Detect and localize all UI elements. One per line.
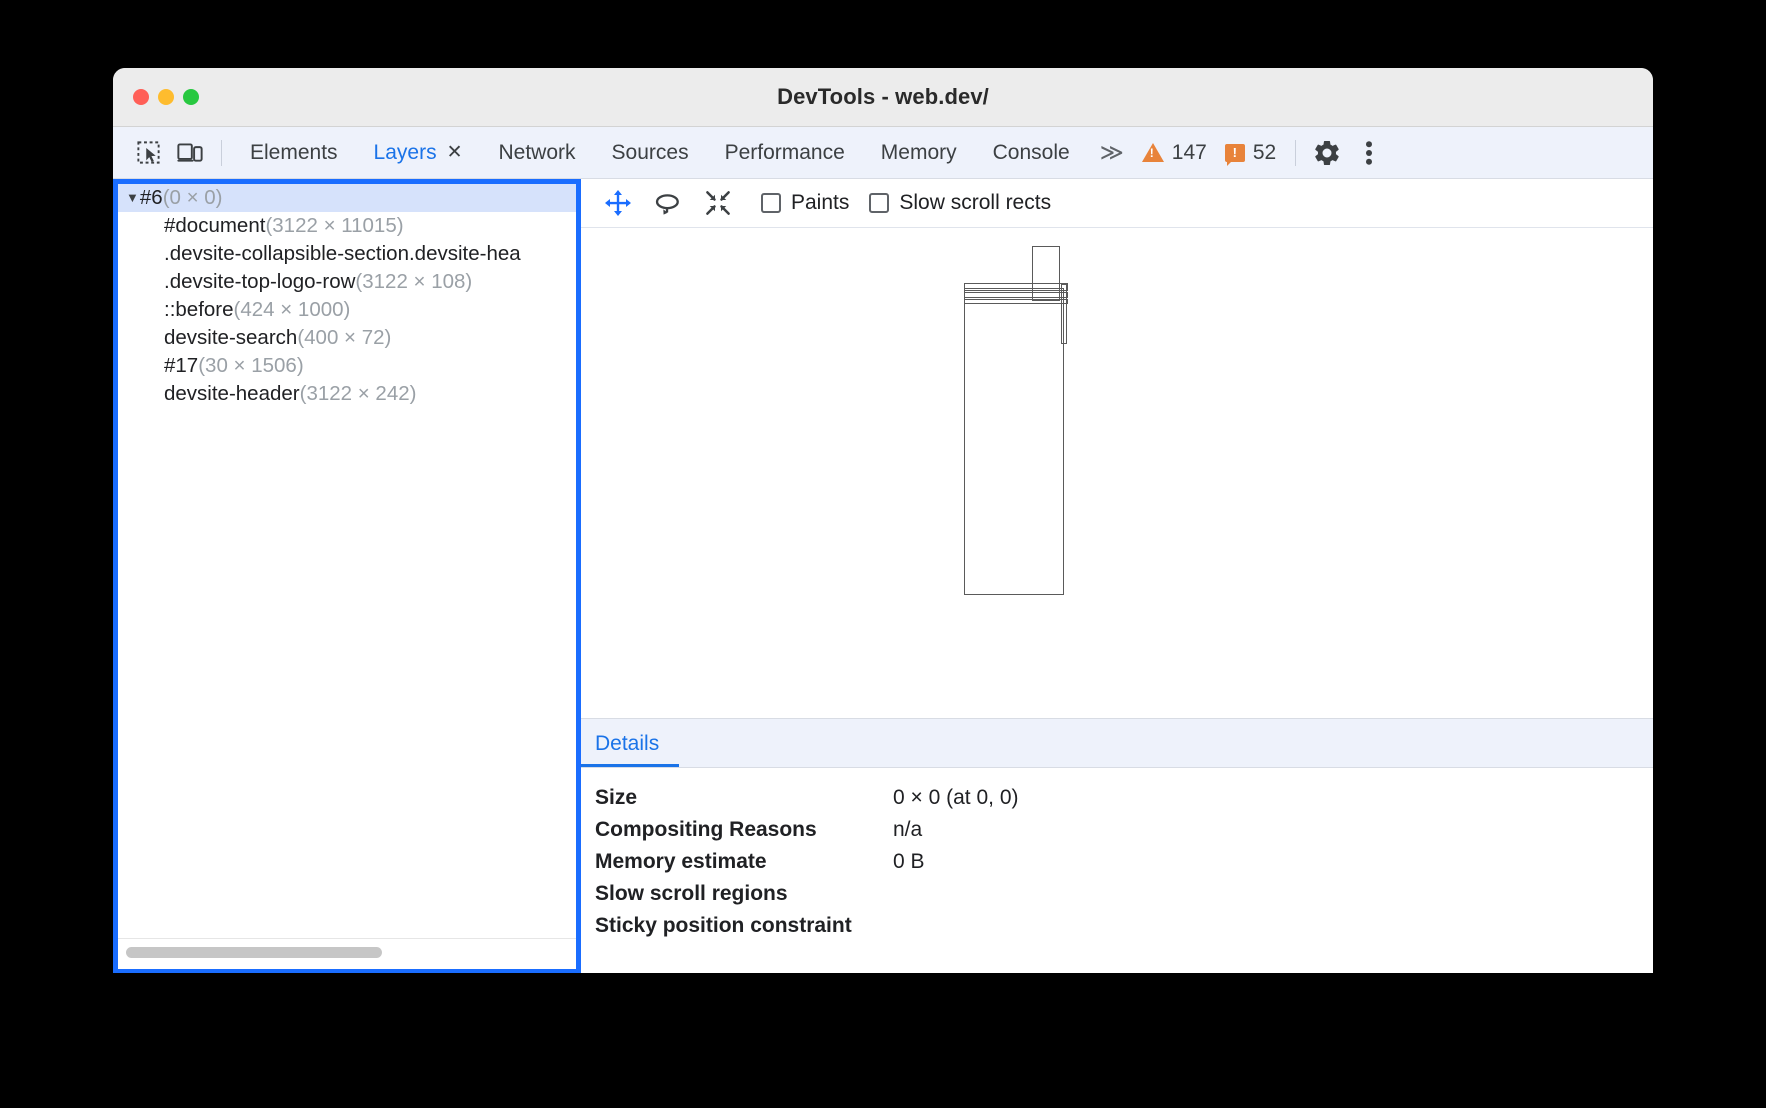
window-titlebar: DevTools - web.dev/	[113, 68, 1653, 127]
layers-3d-view[interactable]	[581, 228, 1653, 718]
layer-name: #document	[164, 214, 265, 237]
devtools-window: DevTools - web.dev/ Elements Layers ✕	[113, 68, 1653, 973]
layer-name: #6	[140, 186, 163, 209]
layer-size: (3122 × 11015)	[265, 214, 403, 237]
detail-key: Size	[595, 786, 893, 810]
layer-tree-row-root[interactable]: ▼#6(0 × 0)	[118, 184, 576, 212]
detail-value: n/a	[893, 818, 922, 842]
tab-layers-label: Layers	[374, 127, 437, 179]
devtools-tabbar: Elements Layers ✕ Network Sources Perfor…	[113, 127, 1653, 179]
detail-row: Slow scroll regions	[595, 878, 1653, 910]
layer-tree-row[interactable]: devsite-search(400 × 72)	[118, 324, 576, 352]
layer-size: (30 × 1506)	[198, 354, 303, 377]
layer-name: #17	[164, 354, 198, 377]
paints-checkbox-row[interactable]: Paints	[761, 191, 849, 215]
toolbar-divider-right	[1295, 140, 1296, 166]
error-badge-icon	[1225, 144, 1245, 162]
details-tabstrip: Details	[581, 718, 1653, 768]
detail-key: Slow scroll regions	[595, 882, 893, 906]
layer-name: devsite-search	[164, 326, 297, 349]
detail-key: Compositing Reasons	[595, 818, 893, 842]
tab-details[interactable]: Details	[581, 733, 679, 767]
tab-network[interactable]: Network	[481, 127, 594, 179]
layer-tree-row[interactable]: #document(3122 × 11015)	[118, 212, 576, 240]
layer-tree-row[interactable]: devsite-header(3122 × 242)	[118, 380, 576, 408]
layer-size: (424 × 1000)	[234, 298, 351, 321]
detail-row: Sticky position constraint	[595, 910, 1653, 942]
slow-scroll-rects-checkbox-row[interactable]: Slow scroll rects	[869, 191, 1051, 215]
rotate-mode-icon[interactable]	[645, 184, 691, 222]
toolbar-divider	[221, 140, 222, 166]
detail-row: Memory estimate 0 B	[595, 846, 1653, 878]
gear-icon[interactable]	[1306, 135, 1348, 171]
layer-tree-pane[interactable]: ▼#6(0 × 0) #document(3122 × 11015) .devs…	[113, 179, 581, 973]
warning-count: 147	[1172, 141, 1207, 165]
devtools-body: ▼#6(0 × 0) #document(3122 × 11015) .devs…	[113, 179, 1653, 973]
close-icon[interactable]: ✕	[447, 143, 463, 162]
tab-console[interactable]: Console	[975, 127, 1088, 179]
detail-row: Compositing Reasons n/a	[595, 814, 1653, 846]
device-toolbar-icon[interactable]	[169, 135, 211, 171]
layer-tree-horizontal-scrollbar[interactable]	[118, 938, 576, 969]
tab-memory[interactable]: Memory	[863, 127, 975, 179]
slow-scroll-rects-checkbox[interactable]	[869, 193, 889, 213]
chevron-down-icon[interactable]: ▼	[126, 184, 139, 212]
reset-view-icon[interactable]	[695, 184, 741, 222]
tab-layers[interactable]: Layers ✕	[356, 127, 481, 179]
pan-mode-icon[interactable]	[595, 184, 641, 222]
layer-tree-row[interactable]: ::before(424 × 1000)	[118, 296, 576, 324]
detail-value: 0 B	[893, 850, 925, 874]
scrollbar-thumb[interactable]	[126, 947, 382, 958]
tab-performance[interactable]: Performance	[707, 127, 863, 179]
warning-counter[interactable]: 147	[1133, 141, 1216, 165]
paints-label: Paints	[791, 191, 849, 215]
layer-size: (400 × 72)	[297, 326, 391, 349]
tab-elements[interactable]: Elements	[232, 127, 356, 179]
detail-key: Sticky position constraint	[595, 914, 893, 938]
layer-size: (0 × 0)	[163, 186, 223, 209]
layer-size: (3122 × 108)	[355, 270, 472, 293]
more-tabs-icon[interactable]: ≫	[1088, 139, 1133, 166]
inspect-element-icon[interactable]	[127, 135, 169, 171]
layer-tree-list: ▼#6(0 × 0) #document(3122 × 11015) .devs…	[118, 184, 576, 938]
detail-row: Size 0 × 0 (at 0, 0)	[595, 782, 1653, 814]
detail-value: 0 × 0 (at 0, 0)	[893, 786, 1019, 810]
error-counter[interactable]: 52	[1216, 141, 1285, 165]
layers-right-pane: Paints Slow scroll rects	[581, 179, 1653, 973]
layer-size: (3122 × 242)	[300, 382, 417, 405]
layer-name: .devsite-top-logo-row	[164, 270, 355, 293]
layer-tree-row[interactable]: .devsite-collapsible-section.devsite-hea	[118, 240, 576, 268]
kebab-menu-icon[interactable]	[1348, 135, 1390, 171]
tab-sources[interactable]: Sources	[594, 127, 707, 179]
detail-key: Memory estimate	[595, 850, 893, 874]
details-body: Size 0 × 0 (at 0, 0) Compositing Reasons…	[581, 768, 1653, 973]
layer-name: ::before	[164, 298, 234, 321]
window-title: DevTools - web.dev/	[113, 84, 1653, 110]
layer-visual[interactable]	[1061, 284, 1067, 344]
layer-name: .devsite-collapsible-section.devsite-hea	[164, 242, 521, 265]
error-count: 52	[1253, 141, 1276, 165]
layers-view-toolbar: Paints Slow scroll rects	[581, 179, 1653, 228]
layer-name: devsite-header	[164, 382, 300, 405]
layer-tree-row[interactable]: #17(30 × 1506)	[118, 352, 576, 380]
layer-tree-row[interactable]: .devsite-top-logo-row(3122 × 108)	[118, 268, 576, 296]
warning-triangle-icon	[1142, 143, 1164, 162]
slow-scroll-rects-label: Slow scroll rects	[899, 191, 1051, 215]
layer-visual[interactable]	[964, 288, 1064, 595]
paints-checkbox[interactable]	[761, 193, 781, 213]
